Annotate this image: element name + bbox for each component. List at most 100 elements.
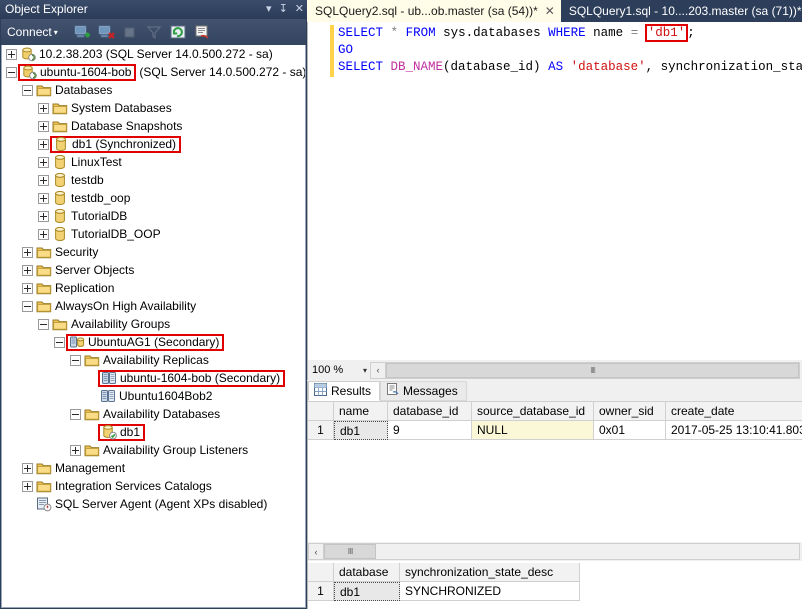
column-header[interactable]: synchronization_state_desc [400,563,580,582]
column-header[interactable]: name [334,402,388,421]
second-results-grid[interactable]: database synchronization_state_desc 1 db1 SY… [308,563,802,601]
refresh-icon[interactable] [168,22,188,42]
tree-item-ubuntu-1604-bob[interactable]: ubuntu-1604-bob (SQL Server 14.0.500.272… [2,63,305,81]
tab-results[interactable]: Results [308,381,381,401]
column-header[interactable]: database_id [388,402,472,421]
results-grid[interactable]: name database_id source_database_id owner_s… [308,402,802,440]
column-header[interactable]: source_database_id [472,402,594,421]
expand-icon[interactable] [38,156,49,168]
expand-icon[interactable] [38,102,49,114]
expand-icon[interactable] [38,174,49,186]
expand-icon[interactable] [70,444,81,456]
tree-item-10-2-38-203-sql-server-14-0-500-272-sa[interactable]: 10.2.38.203 (SQL Server 14.0.500.272 - s… [2,45,305,63]
grid-cell[interactable]: 9 [388,421,472,440]
close-icon[interactable]: ✕ [295,0,304,19]
editor-tab-2[interactable]: SQLQuery1.sql - 10....203.master (sa (71… [560,0,802,22]
tree-item-ubuntuag1-secondary[interactable]: UbuntuAG1 (Secondary) [2,333,305,351]
tree-item-availability-databases[interactable]: Availability Databases [2,405,305,423]
editor-scroll-left-button[interactable]: ‹ [370,361,386,379]
script-icon[interactable] [192,22,212,42]
results-scroll-thumb[interactable]: ‖‖ [324,544,376,559]
chevron-down-icon[interactable]: ▾ [266,0,272,19]
grid-cell[interactable]: db1 [334,421,388,440]
tree-item-database-snapshots[interactable]: Database Snapshots [2,117,305,135]
tree-item-alwayson-high-availability[interactable]: AlwaysOn High Availability [2,297,305,315]
expand-icon[interactable] [38,228,49,240]
tree-item-testdb-oop[interactable]: testdb_oop [2,189,305,207]
expand-icon[interactable] [22,264,33,276]
editor-code[interactable]: SELECT * FROM sys.databases WHERE name =… [338,24,802,76]
row-number[interactable]: 1 [308,421,334,440]
grid-cell[interactable]: SYNCHRONIZED [400,582,580,601]
connect-button[interactable]: Connect ▾ [7,25,60,39]
tree-item-db1-synchronized[interactable]: db1 (Synchronized) [2,135,305,153]
collapse-icon[interactable] [22,300,33,312]
tree-item-testdb[interactable]: testdb [2,171,305,189]
grid-corner[interactable] [308,563,334,582]
tree-item-linuxtest[interactable]: LinuxTest [2,153,305,171]
collapse-icon[interactable] [6,66,17,78]
expand-icon[interactable] [38,138,49,150]
grid-cell[interactable]: NULL [472,421,594,440]
folder-icon [52,118,68,134]
tree-item-ubuntu1604bob2[interactable]: Ubuntu1604Bob2 [2,387,305,405]
tree-item-integration-services-catalogs[interactable]: Integration Services Catalogs [2,477,305,495]
results-scroll-left-button[interactable]: ‹ [308,543,324,560]
tree-item-sql-server-agent-agent-xps-disabled[interactable]: SQL Server Agent (Agent XPs disabled) [2,495,305,513]
sql-editor[interactable]: SELECT * FROM sys.databases WHERE name =… [307,22,802,360]
grid-icon [314,383,327,399]
collapse-icon[interactable] [38,318,49,330]
tree-item-availability-groups[interactable]: Availability Groups [2,315,305,333]
expand-icon[interactable] [38,210,49,222]
pin-icon[interactable]: ↧ [279,0,288,19]
column-header[interactable]: database [334,563,400,582]
tree-item-label: testdb_oop [71,191,131,205]
object-explorer-tree[interactable]: 10.2.38.203 (SQL Server 14.0.500.272 - s… [1,45,306,608]
collapse-icon[interactable] [70,354,81,366]
tree-item-replication[interactable]: Replication [2,279,305,297]
table-row[interactable]: 1db19NULL0x012017-05-25 13:10:41.803140 [308,421,802,440]
results-scroll-track[interactable]: ‖‖ [324,543,800,560]
collapse-icon[interactable] [22,84,33,96]
connect-object-explorer-icon[interactable] [72,22,92,42]
close-icon[interactable]: ✕ [545,0,555,22]
zoom-level-select[interactable]: 100 % ▾ [308,361,370,379]
editor-horizontal-scroll-track[interactable]: ‖‖ [386,361,800,379]
tree-item-ubuntu-1604-bob-secondary[interactable]: ubuntu-1604-bob (Secondary) [2,369,305,387]
collapse-icon[interactable] [54,336,65,348]
tree-item-databases[interactable]: Databases [2,81,305,99]
row-number[interactable]: 1 [308,582,334,601]
tree-item-availability-replicas[interactable]: Availability Replicas [2,351,305,369]
expand-icon[interactable] [22,462,33,474]
grid-cell[interactable]: db1 [334,582,400,601]
tree-item-availability-group-listeners[interactable]: Availability Group Listeners [2,441,305,459]
grid-corner[interactable] [308,402,334,421]
tree-item-tutorialdb[interactable]: TutorialDB [2,207,305,225]
expand-icon[interactable] [22,282,33,294]
tree-item-security[interactable]: Security [2,243,305,261]
expand-icon[interactable] [22,246,33,258]
tab-messages[interactable]: Messages [380,381,467,401]
object-explorer-title: Object Explorer [5,2,88,16]
code-token: SELECT [338,60,384,74]
expand-icon[interactable] [38,120,49,132]
collapse-icon[interactable] [70,408,81,420]
tree-item-server-objects[interactable]: Server Objects [2,261,305,279]
editor-horizontal-scroll-thumb[interactable]: ‖‖ [386,362,799,378]
column-header[interactable]: create_date [666,402,802,421]
expand-icon[interactable] [6,48,17,60]
column-header[interactable]: owner_sid [594,402,666,421]
expand-icon[interactable] [38,192,49,204]
tree-item-system-databases[interactable]: System Databases [2,99,305,117]
tree-item-tutorialdb-oop[interactable]: TutorialDB_OOP [2,225,305,243]
grid-cell[interactable]: 2017-05-25 13:10:41.803 [666,421,802,440]
editor-tab-1[interactable]: SQLQuery2.sql - ub...ob.master (sa (54))… [307,0,561,22]
tree-item-db1[interactable]: db1 [2,423,305,441]
table-row[interactable]: 1 db1 SYNCHRONIZED [308,582,802,601]
tree-item-content: Replication [36,279,114,297]
tree-item-management[interactable]: Management [2,459,305,477]
expand-icon[interactable] [22,480,33,492]
disconnect-object-explorer-icon[interactable] [96,22,116,42]
grid-cell[interactable]: 0x01 [594,421,666,440]
